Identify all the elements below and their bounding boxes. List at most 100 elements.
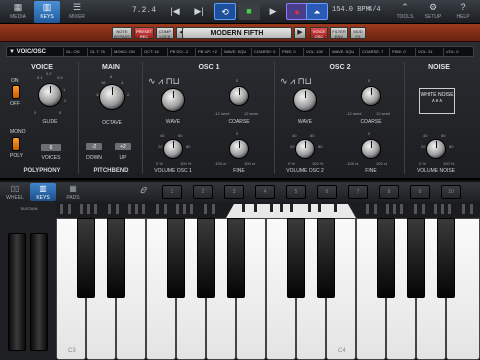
- media-button[interactable]: ▦ MEDIA: [4, 1, 32, 23]
- black-key[interactable]: [107, 218, 125, 298]
- black-key[interactable]: [77, 218, 95, 298]
- black-key[interactable]: [317, 218, 335, 298]
- metronome-button[interactable]: ⏶: [306, 3, 328, 20]
- osc1-wave-label: WAVE: [165, 119, 181, 125]
- c4-label: C4: [338, 348, 346, 354]
- osc1-fine-knob[interactable]: [229, 139, 249, 159]
- sustain-button[interactable]: SUSTAIN: [18, 206, 40, 216]
- play-button[interactable]: ▶: [262, 3, 284, 20]
- osc2-volume-knob[interactable]: [295, 139, 315, 159]
- octave-button-5[interactable]: 5: [286, 185, 306, 199]
- param-value: VOL: 51: [415, 48, 433, 56]
- mixer-label: MIXER: [69, 14, 85, 20]
- osc1-fine-zero: 0: [236, 131, 239, 136]
- wheel-button[interactable]: ▯▯ WHEEL: [2, 183, 28, 201]
- preset-name[interactable]: MODERN FIFTH: [182, 27, 292, 39]
- osc1-coarse-knob[interactable]: [229, 86, 249, 106]
- glide-switch[interactable]: [12, 85, 20, 99]
- mod-wheel[interactable]: [30, 233, 48, 351]
- glide-tick: 2: [64, 98, 67, 103]
- voices-stepper[interactable]: 6: [40, 143, 62, 152]
- black-key[interactable]: [227, 218, 245, 298]
- vol-tick: 60: [441, 133, 446, 138]
- osc2-fine-max: 100 ct: [376, 161, 387, 166]
- compare-lock-button[interactable]: COMP LOCK: [156, 27, 174, 39]
- loop-button[interactable]: ⟲: [214, 3, 236, 20]
- preset-rec-button[interactable]: PRESET REC: [134, 27, 154, 39]
- parameter-row[interactable]: ▼ VOIC/OSC GL: ON GL T: 76 MONO: ON OCT:…: [6, 46, 474, 57]
- scale-icon[interactable]: 𝑒: [140, 184, 146, 197]
- octave-button-4[interactable]: 4: [255, 185, 275, 199]
- down-label: DOWN: [86, 155, 102, 161]
- vol-tick: 20: [421, 144, 426, 149]
- octave-button-10[interactable]: 10: [441, 185, 461, 199]
- chevron-right-icon: ▶: [297, 29, 303, 36]
- pads-button[interactable]: ▦ PADS: [60, 183, 86, 201]
- vol-tick: 40: [160, 133, 165, 138]
- osc1-volume-label: VOLUME OSC 1: [154, 168, 192, 174]
- black-key[interactable]: [167, 218, 185, 298]
- osc2-wave-knob[interactable]: [293, 88, 317, 112]
- stop-icon: ■: [246, 6, 252, 16]
- param-value: PB DO: -2: [167, 48, 188, 56]
- octave-button-8[interactable]: 8: [379, 185, 399, 199]
- vol-tick: 20: [290, 144, 295, 149]
- stop-button[interactable]: ■: [238, 3, 260, 20]
- osc2-coarse-knob[interactable]: [361, 86, 381, 106]
- octave-button-7[interactable]: 7: [348, 185, 368, 199]
- tools-button[interactable]: ⌃ TOOLS: [392, 1, 418, 23]
- preset-bar: NOTE BYPASS PRESET REC COMP LOCK ◀ MODER…: [0, 24, 480, 42]
- polyphony-switch[interactable]: [12, 137, 20, 151]
- mod-fx-button[interactable]: MOD FX: [350, 27, 366, 39]
- bpm-display[interactable]: 154.0 BPM: [332, 6, 370, 14]
- keys-tab-button[interactable]: ▥ KEYS: [30, 183, 56, 201]
- wheel-label: WHEEL: [6, 195, 24, 201]
- glide-knob[interactable]: [38, 83, 62, 107]
- signature-display[interactable]: 4/4: [368, 6, 381, 14]
- voice-osc-button[interactable]: VOICE OSC: [310, 27, 328, 39]
- pitchbend-down-stepper[interactable]: -2: [85, 142, 103, 151]
- top-toolbar: ▦ MEDIA ▥ KEYS ☰ MIXER 7.2.4 |◀ ▶| ⟲ ■ ▶ ● …: [0, 0, 480, 24]
- black-key[interactable]: [287, 218, 305, 298]
- osc1-volume-knob[interactable]: [163, 139, 183, 159]
- osc2-coarse-min: -12 semi: [346, 111, 362, 116]
- help-icon: ?: [460, 2, 466, 12]
- octave-button-1[interactable]: 1: [162, 185, 182, 199]
- setup-button[interactable]: ⚙ SETUP: [420, 1, 446, 23]
- black-key[interactable]: [197, 218, 215, 298]
- osc2-fine-knob[interactable]: [361, 139, 381, 159]
- vol-tick: 40: [292, 133, 297, 138]
- forward-button[interactable]: ▶|: [188, 3, 210, 20]
- black-key[interactable]: [407, 218, 425, 298]
- vol-tick: 80: [186, 144, 191, 149]
- pitchbend-up-stepper[interactable]: +2: [114, 142, 132, 151]
- osc1-wave-knob[interactable]: [161, 88, 185, 112]
- octave-button-2[interactable]: 2: [193, 185, 213, 199]
- octave-button-9[interactable]: 9: [410, 185, 430, 199]
- preset-next-button[interactable]: ▶: [294, 27, 306, 39]
- record-button[interactable]: ●: [286, 3, 308, 20]
- glide-tick: 5: [59, 110, 62, 115]
- noise-volume-knob[interactable]: [426, 139, 446, 159]
- keys-button[interactable]: ▥ KEYS: [34, 1, 60, 23]
- rewind-button[interactable]: |◀: [164, 3, 186, 20]
- osc1-coarse-label: COARSE: [228, 119, 250, 125]
- mixer-button[interactable]: ☰ MIXER: [64, 1, 90, 23]
- osc1-fine-min: -100 ct: [214, 161, 227, 166]
- filter-env-button[interactable]: FILTER ENV: [330, 27, 348, 39]
- note-bypass-button[interactable]: NOTE BYPASS: [112, 27, 132, 39]
- section-title: ▼ VOIC/OSC: [9, 49, 46, 55]
- black-key[interactable]: [377, 218, 395, 298]
- param-value: GL: ON: [63, 48, 80, 56]
- octave-button-6[interactable]: 6: [317, 185, 337, 199]
- octave-button-3[interactable]: 3: [224, 185, 244, 199]
- octave-knob[interactable]: [99, 84, 125, 110]
- help-button[interactable]: ? HELP: [450, 1, 476, 23]
- pitch-wheel[interactable]: [8, 233, 26, 351]
- glide-tick: 0.5: [57, 75, 63, 80]
- black-key[interactable]: [437, 218, 455, 298]
- voice-header: VOICE: [31, 64, 53, 71]
- keyboard-overview-strip[interactable]: [56, 202, 480, 218]
- vol-tick: 60: [310, 133, 315, 138]
- glide-tick: 0.1: [37, 75, 43, 80]
